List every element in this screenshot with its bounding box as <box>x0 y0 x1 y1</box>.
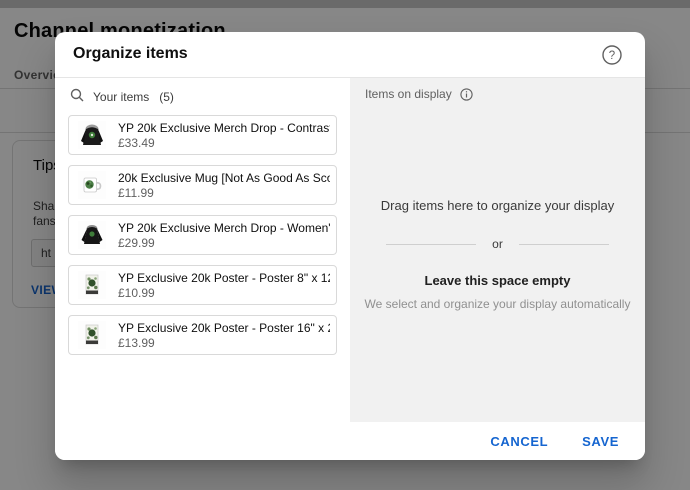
dialog-footer: CANCEL SAVE <box>55 422 645 460</box>
save-button[interactable]: SAVE <box>574 428 627 455</box>
green-poster-thumbnail <box>78 271 106 299</box>
leave-empty-subtitle: We select and organize your display auto… <box>350 297 645 311</box>
item-price: £29.99 <box>118 236 330 250</box>
item-card-poster-large[interactable]: YP Exclusive 20k Poster - Poster 16" x 2… <box>68 315 337 355</box>
item-price: £10.99 <box>118 286 330 300</box>
item-title: YP 20k Exclusive Merch Drop - Contrast C… <box>118 121 330 136</box>
or-divider: or <box>350 237 645 251</box>
cancel-button[interactable]: CANCEL <box>482 428 556 455</box>
organize-items-dialog: Organize items ? Your items (5) <box>55 32 645 460</box>
divider-line <box>386 244 476 245</box>
drag-hint-text: Drag items here to organize your display <box>350 198 645 213</box>
black-hoodie-thumbnail <box>78 121 106 149</box>
item-card-hoodie-contrast[interactable]: YP 20k Exclusive Merch Drop - Contrast C… <box>68 115 337 155</box>
your-items-panel: Your items (5) YP 20k Exclusive Merch Dr… <box>55 78 350 422</box>
item-info: 20k Exclusive Mug [Not As Good As Scobie… <box>118 171 336 200</box>
item-title: YP Exclusive 20k Poster - Poster 16" x 2… <box>118 321 330 336</box>
items-on-display-label: Items on display <box>365 87 452 101</box>
or-label: or <box>492 237 503 251</box>
items-on-display-panel[interactable]: Items on display Drag items here to orga… <box>350 78 645 422</box>
black-sweater-thumbnail <box>78 221 106 249</box>
search-icon <box>70 88 84 107</box>
item-info: YP 20k Exclusive Merch Drop - Women's… £… <box>118 221 336 250</box>
item-card-hoodie-womens[interactable]: YP 20k Exclusive Merch Drop - Women's… £… <box>68 215 337 255</box>
green-poster-thumbnail <box>78 321 106 349</box>
svg-text:?: ? <box>609 50 615 62</box>
item-title: 20k Exclusive Mug [Not As Good As Scobie… <box>118 171 330 186</box>
item-info: YP Exclusive 20k Poster - Poster 8" x 12… <box>118 271 336 300</box>
item-price: £13.99 <box>118 336 330 350</box>
item-title: YP Exclusive 20k Poster - Poster 8" x 12… <box>118 271 330 286</box>
info-icon[interactable] <box>460 88 473 101</box>
dialog-title: Organize items <box>73 45 188 63</box>
items-list: YP 20k Exclusive Merch Drop - Contrast C… <box>55 112 350 355</box>
white-mug-thumbnail <box>78 171 106 199</box>
item-title: YP 20k Exclusive Merch Drop - Women's… <box>118 221 330 236</box>
drop-zone-hint: Drag items here to organize your display… <box>350 198 645 311</box>
items-count: (5) <box>159 90 174 104</box>
dialog-body: Your items (5) YP 20k Exclusive Merch Dr… <box>55 78 645 422</box>
divider-line <box>519 244 609 245</box>
your-items-label: Your items <box>93 90 149 104</box>
item-price: £11.99 <box>118 186 330 200</box>
item-card-poster-small[interactable]: YP Exclusive 20k Poster - Poster 8" x 12… <box>68 265 337 305</box>
leave-empty-title: Leave this space empty <box>350 273 645 288</box>
help-icon[interactable]: ? <box>601 44 623 66</box>
item-price: £33.49 <box>118 136 330 150</box>
item-card-mug[interactable]: 20k Exclusive Mug [Not As Good As Scobie… <box>68 165 337 205</box>
item-info: YP Exclusive 20k Poster - Poster 16" x 2… <box>118 321 336 350</box>
item-info: YP 20k Exclusive Merch Drop - Contrast C… <box>118 121 336 150</box>
items-search-row[interactable]: Your items (5) <box>55 82 350 112</box>
dialog-header: Organize items ? <box>55 32 645 78</box>
items-on-display-header: Items on display <box>365 87 473 101</box>
